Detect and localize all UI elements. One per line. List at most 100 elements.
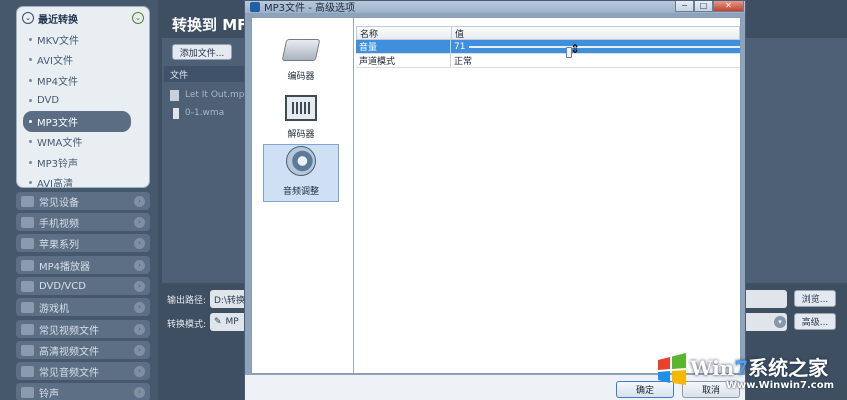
property-grid: 名称 值 音量 71 ⇕ 声道模式 正常 [356, 26, 740, 68]
app-icon [250, 2, 260, 12]
channel-mode-value[interactable]: 正常 [451, 54, 740, 67]
category-label: 铃声 [39, 388, 59, 400]
format-item-label: MP4文件 [37, 76, 79, 88]
bullet-icon [29, 181, 32, 185]
category-label: 游戏机 [39, 303, 69, 315]
format-item-dvd[interactable]: DVD [17, 91, 149, 112]
category-common-video-files[interactable]: 常见视频文件 › [16, 320, 150, 338]
category-dvd-vcd[interactable]: DVD/VCD › [16, 277, 150, 295]
file-name: Let It Out.mp [185, 90, 245, 100]
bullet-icon [29, 78, 32, 82]
category-game-console[interactable]: 游戏机 › [16, 298, 150, 316]
category-ringtone[interactable]: 铃声 › [16, 383, 150, 400]
chevron-down-icon[interactable]: ▾ [774, 316, 786, 328]
format-item-mp3[interactable]: MP3文件 [23, 111, 131, 132]
music-note-icon [21, 386, 34, 398]
category-common-devices[interactable]: 常见设备 › [16, 192, 150, 210]
convert-mode-label: 转换模式: [167, 320, 207, 330]
pencil-icon: ✎ [214, 317, 222, 327]
category-label: 苹果系列 [39, 239, 79, 251]
nav-item-encoder[interactable]: 编码器 [263, 28, 339, 86]
dialog-content: 编码器 解码器 音频调整 名称 值 音量 71 ⇕ 声道模式 正常 [251, 17, 741, 374]
watermark: Win7系统之家 Www.Winwin7.com [640, 346, 847, 400]
format-item-avi-hd[interactable]: AVI高清 [17, 173, 149, 188]
category-label: 手机视频 [39, 218, 79, 230]
chevron-right-icon: › [134, 301, 145, 313]
output-path-label: 输出路径: [167, 296, 207, 306]
convert-mode-value: MP [225, 317, 239, 327]
format-item-avi[interactable]: AVI文件 [17, 50, 149, 71]
minimize-button[interactable]: − [675, 1, 694, 12]
advanced-options-dialog: MP3文件 - 高级选项 − □ ✕ 编码器 解码器 音频调整 名称 值 音量 … [244, 0, 746, 400]
format-item-label: DVD [37, 95, 60, 107]
bullet-icon [29, 119, 32, 123]
browse-button[interactable]: 浏览... [794, 290, 836, 307]
file-row[interactable]: Let It Out.mp [170, 86, 244, 104]
dialog-title: MP3文件 - 高级选项 [264, 3, 355, 14]
chip-icon [285, 95, 317, 121]
sidebar: ⌄ 最近转换 ⌄ MKV文件 AVI文件 MP4文件 DVD MP3文件 WMA… [0, 0, 158, 400]
advanced-button[interactable]: 高级... [794, 313, 836, 330]
category-hd-video-files[interactable]: 高清视频文件 › [16, 341, 150, 359]
chevron-right-icon: › [134, 195, 145, 207]
dialog-titlebar[interactable]: MP3文件 - 高级选项 − □ ✕ [245, 1, 745, 14]
output-path-input-end[interactable] [745, 290, 787, 308]
file-row[interactable]: 0-1.wma [170, 104, 224, 122]
watermark-brand: Win7系统之家 [690, 356, 829, 380]
nav-item-decoder[interactable]: 解码器 [263, 86, 339, 144]
watermark-url: Www.Winwin7.com [726, 380, 835, 391]
file-column-header[interactable]: 文件 [164, 66, 246, 82]
film-icon [21, 323, 34, 335]
category-common-audio-files[interactable]: 常见音频文件 › [16, 362, 150, 380]
recent-group: ⌄ 最近转换 ⌄ MKV文件 AVI文件 MP4文件 DVD MP3文件 WMA… [16, 6, 150, 188]
mp4-player-icon [21, 259, 34, 271]
bullet-icon [29, 99, 32, 103]
format-item-mp4[interactable]: MP4文件 [17, 70, 149, 91]
format-item-mkv[interactable]: MKV文件 [17, 29, 149, 50]
property-value-cell[interactable]: 71 ⇕ [451, 40, 740, 58]
format-item-label: AVI文件 [37, 56, 73, 68]
chevron-right-icon: › [134, 344, 145, 356]
category-phone-video[interactable]: 手机视频 › [16, 213, 150, 231]
property-row-channel-mode[interactable]: 声道模式 正常 [356, 54, 740, 68]
category-label: 高清视频文件 [39, 346, 99, 358]
chevron-right-icon: › [134, 259, 145, 271]
chevron-right-icon: › [134, 216, 145, 228]
file-name: 0-1.wma [185, 108, 225, 118]
volume-slider[interactable] [469, 46, 740, 58]
category-label: 常见设备 [39, 197, 79, 209]
format-item-mp3-ringtone[interactable]: MP3铃声 [17, 152, 149, 173]
nav-divider [353, 18, 354, 373]
category-label: 常见视频文件 [39, 325, 99, 337]
property-grid-header: 名称 值 [356, 26, 740, 40]
category-label: DVD/VCD [39, 280, 86, 292]
value-column-header[interactable]: 值 [452, 27, 739, 40]
bullet-icon [29, 160, 32, 164]
phone-icon [21, 216, 34, 228]
audio-icon [21, 365, 34, 377]
category-apple[interactable]: 苹果系列 › [16, 234, 150, 252]
close-button[interactable]: ✕ [713, 1, 744, 12]
drive-icon [281, 39, 321, 61]
disc-icon [21, 280, 34, 292]
format-item-label: MP3文件 [37, 117, 79, 129]
page-title: 转换到 MF [172, 16, 248, 34]
nav-item-label: 编码器 [287, 72, 315, 82]
recent-group-header[interactable]: ⌄ 最近转换 ⌄ [17, 7, 149, 29]
format-item-label: AVI高清 [37, 179, 73, 188]
file-icon [170, 89, 179, 101]
music-file-icon [170, 107, 179, 119]
add-file-button[interactable]: 添加文件... [172, 44, 232, 60]
chevron-up-icon[interactable]: ⌄ [132, 12, 144, 24]
name-column-header[interactable]: 名称 [357, 27, 452, 40]
hd-film-icon [21, 344, 34, 356]
maximize-button[interactable]: □ [694, 1, 713, 12]
nav-item-audio-adjust[interactable]: 音频调整 [263, 144, 339, 202]
device-icon [21, 195, 34, 207]
property-row-volume[interactable]: 音量 71 ⇕ [356, 40, 740, 58]
chevron-right-icon: › [134, 323, 145, 335]
format-item-wma[interactable]: WMA文件 [17, 132, 149, 153]
gamepad-icon [21, 301, 34, 313]
category-mp4-player[interactable]: MP4播放器 › [16, 256, 150, 274]
windows-logo-icon [658, 353, 686, 385]
